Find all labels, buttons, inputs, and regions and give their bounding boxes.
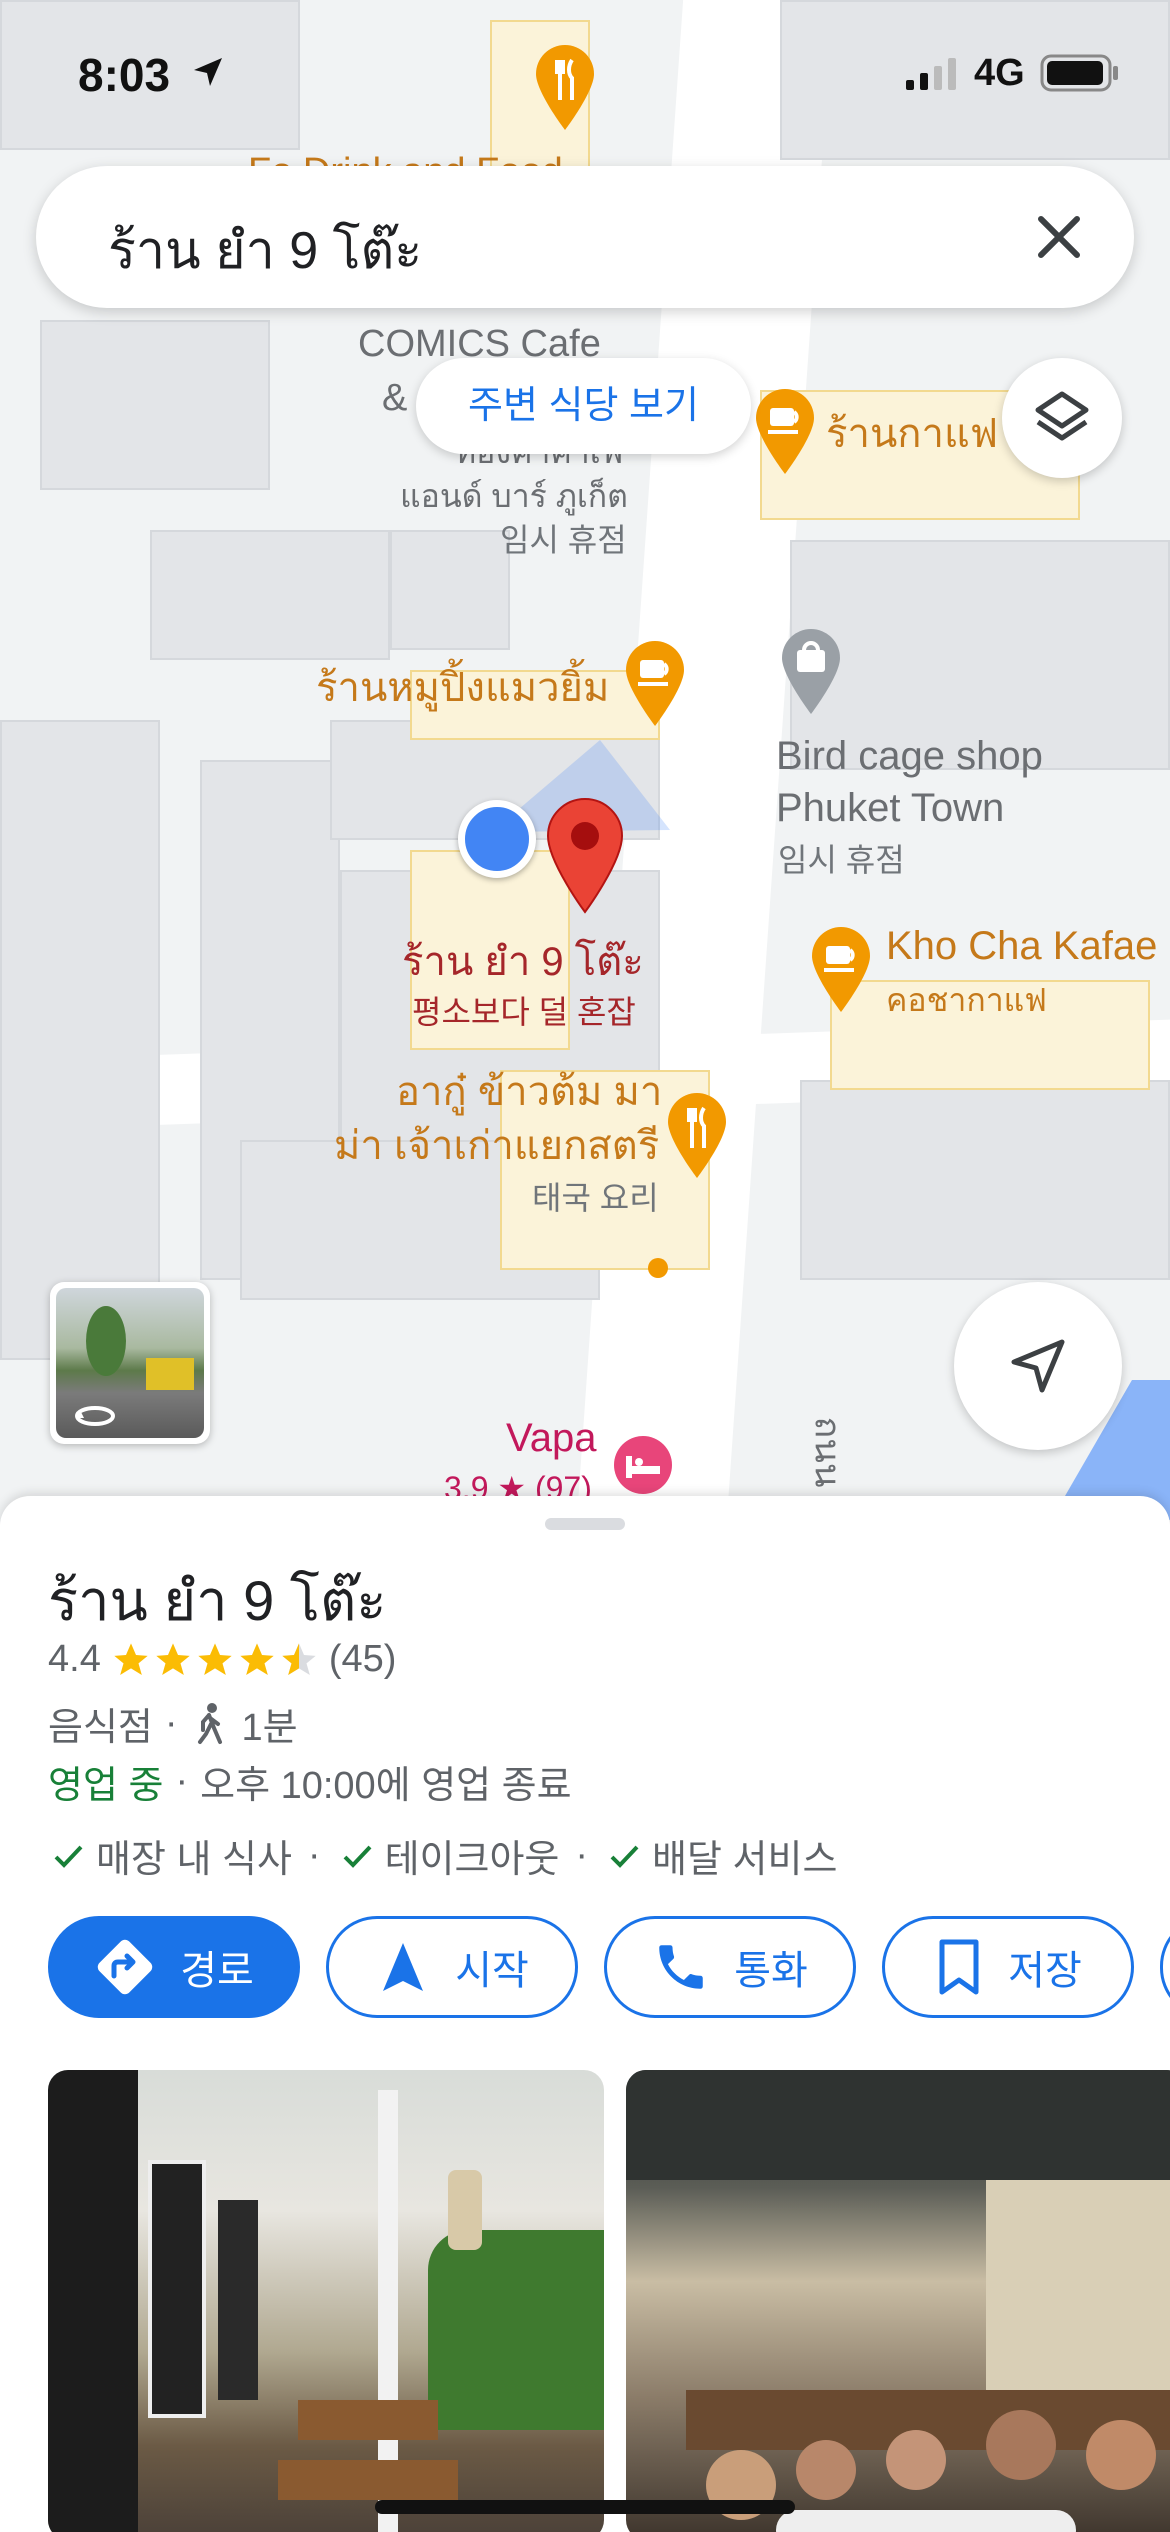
sheet-drag-handle[interactable] (545, 1518, 625, 1530)
shopping-pin-icon[interactable] (778, 626, 844, 716)
cafe-pin-icon[interactable] (752, 386, 818, 476)
call-button[interactable]: 통화 (604, 1916, 856, 2018)
poi-label[interactable]: Kho Cha Kafae (886, 924, 1157, 968)
small-poi-dot[interactable] (648, 1258, 668, 1278)
place-category: 음식점 (48, 1707, 153, 1749)
location-arrow-icon (194, 58, 222, 86)
place-name: ร้าน ยำ 9 โต๊ะ (48, 1569, 387, 1632)
half-star-icon (282, 1642, 316, 1675)
closing-time: 오후 10:00에 영업 종료 (200, 1765, 572, 1807)
poi-status: 임시 휴점 (778, 842, 905, 878)
map-block (390, 530, 510, 650)
status-time: 8:03 (78, 49, 171, 101)
phone-icon (659, 1945, 703, 1989)
rotate-360-icon (75, 1406, 115, 1426)
poi-label[interactable]: Vapa (506, 1416, 596, 1460)
network-type: 4G (974, 52, 1025, 94)
star-icon (240, 1642, 274, 1675)
star-icon (198, 1642, 232, 1675)
separator-dot: · (575, 1834, 589, 1876)
poi-label[interactable]: คอชากาแฟ (886, 978, 1047, 1022)
nearby-restaurants-chip[interactable]: 주변 식당 보기 (416, 358, 751, 454)
service-item: 매장 내 식사 (48, 1828, 292, 1883)
my-location-button[interactable] (954, 1282, 1122, 1450)
place-photo[interactable] (626, 2070, 1170, 2532)
start-label: 시작 (455, 1949, 529, 1993)
place-photo[interactable] (48, 2070, 604, 2532)
cafe-pin-icon[interactable] (808, 924, 874, 1014)
search-query[interactable]: ร้าน ยำ 9 โต๊ะ (108, 208, 422, 291)
hotel-pin-icon[interactable] (612, 1434, 674, 1496)
more-actions-button[interactable] (1160, 1916, 1170, 2018)
layers-button[interactable] (1002, 358, 1122, 478)
save-button[interactable]: 저장 (882, 1916, 1134, 2018)
walking-icon (197, 1702, 222, 1744)
map-block (800, 1080, 1170, 1280)
poi-status: 임시 휴점 (500, 522, 627, 558)
bookmark-icon (939, 1939, 979, 1995)
check-icon (343, 1845, 372, 1868)
star-icon (114, 1642, 148, 1675)
open-status: 영업 중 (48, 1765, 164, 1807)
poi-label[interactable]: ร้านกาแฟ (826, 412, 998, 456)
poi-label[interactable]: ร้านหมูปิ้งแมวยิ้ม (316, 666, 609, 710)
road-label: ถนน (807, 1416, 849, 1488)
rating-row[interactable]: 4.4 (45) (48, 1638, 396, 1681)
navigation-arrow-icon (1011, 1339, 1065, 1393)
services-row: 매장 내 식사 · 테이크아웃 · 배달 서비스 (48, 1828, 837, 1883)
poi-category: 태국 요리 (532, 1180, 659, 1216)
directions-button[interactable]: 경로 (48, 1916, 300, 2018)
separator-dot: · (164, 1702, 178, 1744)
poi-label[interactable]: Bird cage shop (776, 734, 1043, 778)
hours-row[interactable]: 영업 중 · 오후 10:00에 영업 종료 (48, 1754, 572, 1809)
action-buttons: 경로 시작 통화 저장 (48, 1916, 1170, 2018)
review-count: (45) (328, 1638, 397, 1680)
map-block (40, 320, 270, 490)
poi-label[interactable]: ม่า เจ้าเก่าแยกสตรี (334, 1124, 659, 1168)
place-details-sheet[interactable]: ร้าน ยำ 9 โต๊ะ 4.4 (45) 음식점 · 1분 영업 중 · … (0, 1496, 1170, 2532)
directions-icon (97, 1939, 153, 1995)
home-indicator (375, 2500, 795, 2514)
rating-value: 4.4 (48, 1638, 101, 1680)
navigation-icon (383, 1943, 424, 1991)
poi-label[interactable]: อากู๋ ข้าวต้ม มา (396, 1070, 662, 1114)
layers-icon (1035, 391, 1089, 441)
restaurant-pin-icon[interactable] (664, 1090, 730, 1180)
separator-dot: · (307, 1834, 321, 1876)
service-label: 매장 내 식사 (96, 1839, 292, 1881)
search-bar[interactable]: ร้าน ยำ 9 โต๊ะ (36, 166, 1134, 308)
walk-time: 1분 (241, 1707, 298, 1749)
directions-label: 경로 (180, 1949, 254, 1993)
service-label: 테이크아웃 (384, 1839, 560, 1881)
status-bar: 8:03 4G (0, 0, 1170, 150)
service-label: 배달 서비스 (652, 1839, 838, 1881)
battery-icon (1040, 54, 1118, 92)
star-icon (156, 1642, 190, 1675)
service-item: 배달 서비스 (604, 1828, 837, 1883)
selected-place-busy: 평소보다 덜 혼잡 (412, 994, 636, 1030)
category-row: 음식점 · 1분 (48, 1696, 298, 1751)
check-icon (54, 1845, 83, 1868)
service-item: 테이크아웃 (337, 1828, 560, 1883)
signal-icon (906, 58, 956, 90)
selected-place-label[interactable]: ร้าน ยำ 9 โต๊ะ (402, 940, 644, 984)
poi-label[interactable]: & (382, 376, 407, 420)
save-label: 저장 (1008, 1949, 1082, 1993)
start-button[interactable]: 시작 (326, 1916, 578, 2018)
map-block (150, 530, 390, 660)
selected-place-pin-icon[interactable] (544, 796, 626, 914)
poi-label[interactable]: แอนด์ บาร์ ภูเก็ต (400, 474, 628, 518)
cafe-pin-icon[interactable] (622, 638, 688, 728)
map-block (0, 720, 160, 1360)
poi-label[interactable]: Phuket Town (776, 786, 1004, 830)
close-icon[interactable] (1024, 202, 1094, 272)
street-view-thumbnail[interactable] (50, 1282, 210, 1444)
separator-dot: · (175, 1760, 189, 1802)
my-location-dot (458, 800, 536, 878)
call-label: 통화 (734, 1949, 808, 1993)
rating-stars (111, 1640, 319, 1680)
check-icon (610, 1845, 639, 1868)
